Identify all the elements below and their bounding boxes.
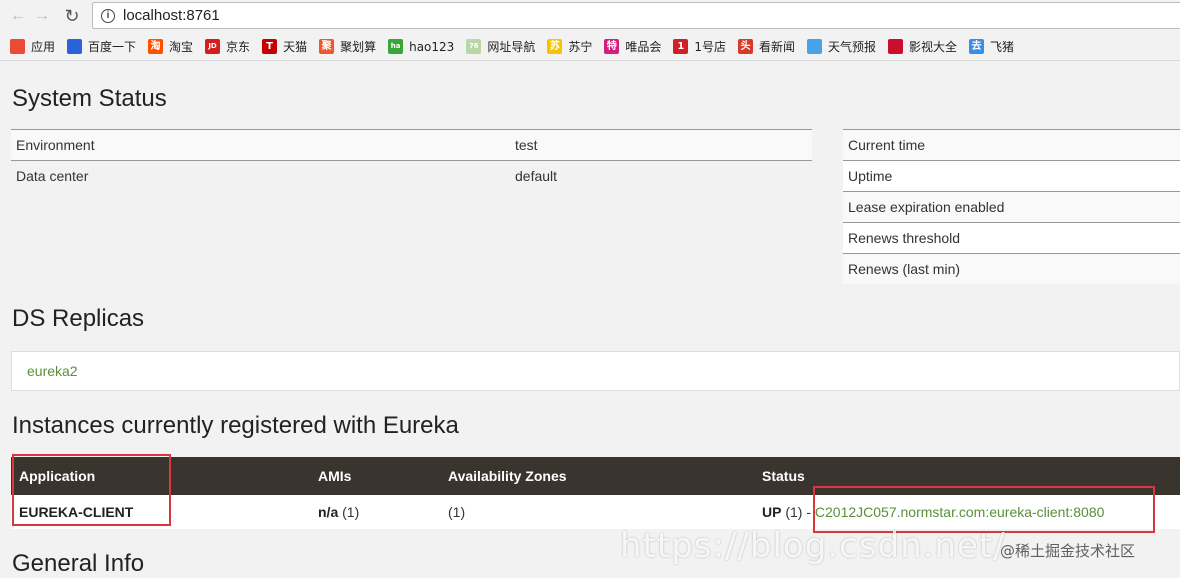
highlight-box-application — [12, 454, 171, 526]
amis-value: n/a — [318, 504, 339, 520]
bookmark-item[interactable]: 去飞猪 — [969, 38, 1014, 55]
amis-count: (1) — [342, 504, 360, 520]
reload-icon[interactable]: ↻ — [60, 4, 84, 28]
yhd-icon: 1 — [673, 39, 689, 54]
bookmark-item[interactable]: 苏苏宁 — [547, 38, 592, 55]
bookmark-label: 天气预报 — [828, 40, 877, 54]
bookmark-item[interactable]: 特唯品会 — [604, 38, 661, 55]
column-header-zones: Availability Zones — [448, 468, 567, 484]
video-play-icon — [888, 39, 904, 54]
browser-toolbar: ← → ↻ i localhost:8761 — [0, 0, 1180, 32]
bookmark-item[interactable]: JD 京东 — [205, 38, 250, 55]
bookmark-label: hao123 — [409, 39, 455, 54]
bookmark-label: 网址导航 — [487, 40, 536, 54]
eureka-dashboard: System Status Environment test Data cent… — [0, 62, 1180, 578]
ds-replicas-list: eureka2 — [11, 351, 1180, 391]
metric-row: Renews (last min) — [843, 253, 1180, 284]
forward-arrow-icon[interactable]: → — [30, 4, 54, 28]
zones-cell: (1) — [448, 504, 466, 520]
bookmark-label: 京东 — [226, 40, 251, 54]
bookmark-item[interactable]: 头看新闻 — [738, 38, 795, 55]
jd-icon: JD — [205, 39, 221, 54]
apps-grid-icon — [10, 39, 25, 54]
watermark-credit: @稀土掘金技术社区 — [1000, 542, 1136, 560]
metric-row: Renews threshold — [843, 222, 1180, 253]
bookmark-item[interactable]: 76 网址导航 — [466, 38, 535, 55]
bookmark-label: 唯品会 — [625, 40, 662, 54]
instances-heading: Instances currently registered with Eure… — [12, 412, 459, 439]
bookmark-label: 看新闻 — [759, 40, 796, 54]
bookmark-label: 飞猪 — [990, 40, 1015, 54]
bookmark-item[interactable]: ha hao123 — [388, 39, 454, 54]
ds-replicas-heading: DS Replicas — [12, 305, 145, 332]
bookmark-label: 应用 — [31, 40, 56, 54]
bookmark-label: 淘宝 — [169, 40, 194, 54]
bookmark-item[interactable]: 聚聚划算 — [319, 38, 376, 55]
system-status-table: Environment test Data center default — [11, 129, 812, 191]
suning-icon: 苏 — [547, 39, 563, 54]
bookmark-label: 聚划算 — [340, 40, 377, 54]
bookmarks-bar: 应用 百度一下淘淘宝 JD 京东 T 天猫聚聚划算 ha hao123 76 网址导航苏苏宁特唯品… — [0, 33, 1180, 61]
status-key: Data center — [16, 168, 89, 184]
bookmark-item[interactable]: 影视大全 — [888, 38, 957, 55]
status-value: default — [515, 168, 558, 184]
bookmark-item[interactable]: 淘淘宝 — [148, 38, 193, 55]
amis-cell: n/a (1) — [311, 504, 448, 520]
status-up: UP — [762, 504, 782, 520]
fliggy-icon: 去 — [969, 39, 985, 54]
news-icon: 头 — [738, 39, 753, 54]
back-arrow-icon[interactable]: ← — [6, 4, 30, 28]
status-row: Data center default — [11, 160, 812, 191]
url-host: localhost — [123, 7, 183, 24]
metric-row: Current time — [843, 129, 1180, 160]
status-value: test — [515, 137, 538, 153]
watermark-url: https://blog.csdn.net/ — [620, 526, 1006, 566]
url-text[interactable]: localhost:8761 — [123, 7, 220, 24]
bookmark-item[interactable]: 应用 — [10, 38, 55, 55]
url-port: :8761 — [182, 7, 220, 24]
status-row: Environment test — [11, 129, 812, 160]
tmall-icon: T — [262, 39, 278, 54]
metric-row: Uptime — [843, 160, 1180, 191]
bookmark-item[interactable]: 百度一下 — [67, 38, 136, 55]
address-bar[interactable]: i localhost:8761 — [92, 2, 1180, 29]
bookmark-label: 百度一下 — [88, 40, 137, 54]
juhuasuan-icon: 聚 — [319, 39, 335, 54]
bookmark-item[interactable]: 天气预报 — [807, 38, 876, 55]
system-status-heading: System Status — [12, 85, 167, 112]
status-count: (1) - — [785, 504, 812, 520]
taobao-icon: 淘 — [148, 39, 164, 54]
info-icon[interactable]: i — [101, 8, 115, 23]
bookmark-item[interactable]: 1 1号店 — [673, 38, 726, 55]
bookmark-label: 影视大全 — [909, 40, 958, 54]
vip-icon: 特 — [604, 39, 620, 54]
bookmark-label: 1号店 — [694, 40, 726, 54]
bookmark-item[interactable]: T 天猫 — [262, 38, 307, 55]
column-header-amis: AMIs — [318, 468, 352, 484]
column-header-status: Status — [762, 468, 805, 484]
weather-icon — [807, 39, 823, 54]
baidu-paw-icon — [67, 39, 83, 54]
bookmark-label: 天猫 — [283, 40, 308, 54]
7654-icon: 76 — [466, 39, 482, 54]
system-status-metrics-table: Current time Uptime Lease expiration ena… — [843, 129, 1180, 284]
hao123-icon: ha — [388, 39, 404, 54]
bookmark-label: 苏宁 — [568, 40, 593, 54]
metric-row: Lease expiration enabled — [843, 191, 1180, 222]
replica-link[interactable]: eureka2 — [27, 363, 78, 379]
general-info-heading: General Info — [12, 550, 145, 577]
status-key: Environment — [16, 137, 95, 153]
